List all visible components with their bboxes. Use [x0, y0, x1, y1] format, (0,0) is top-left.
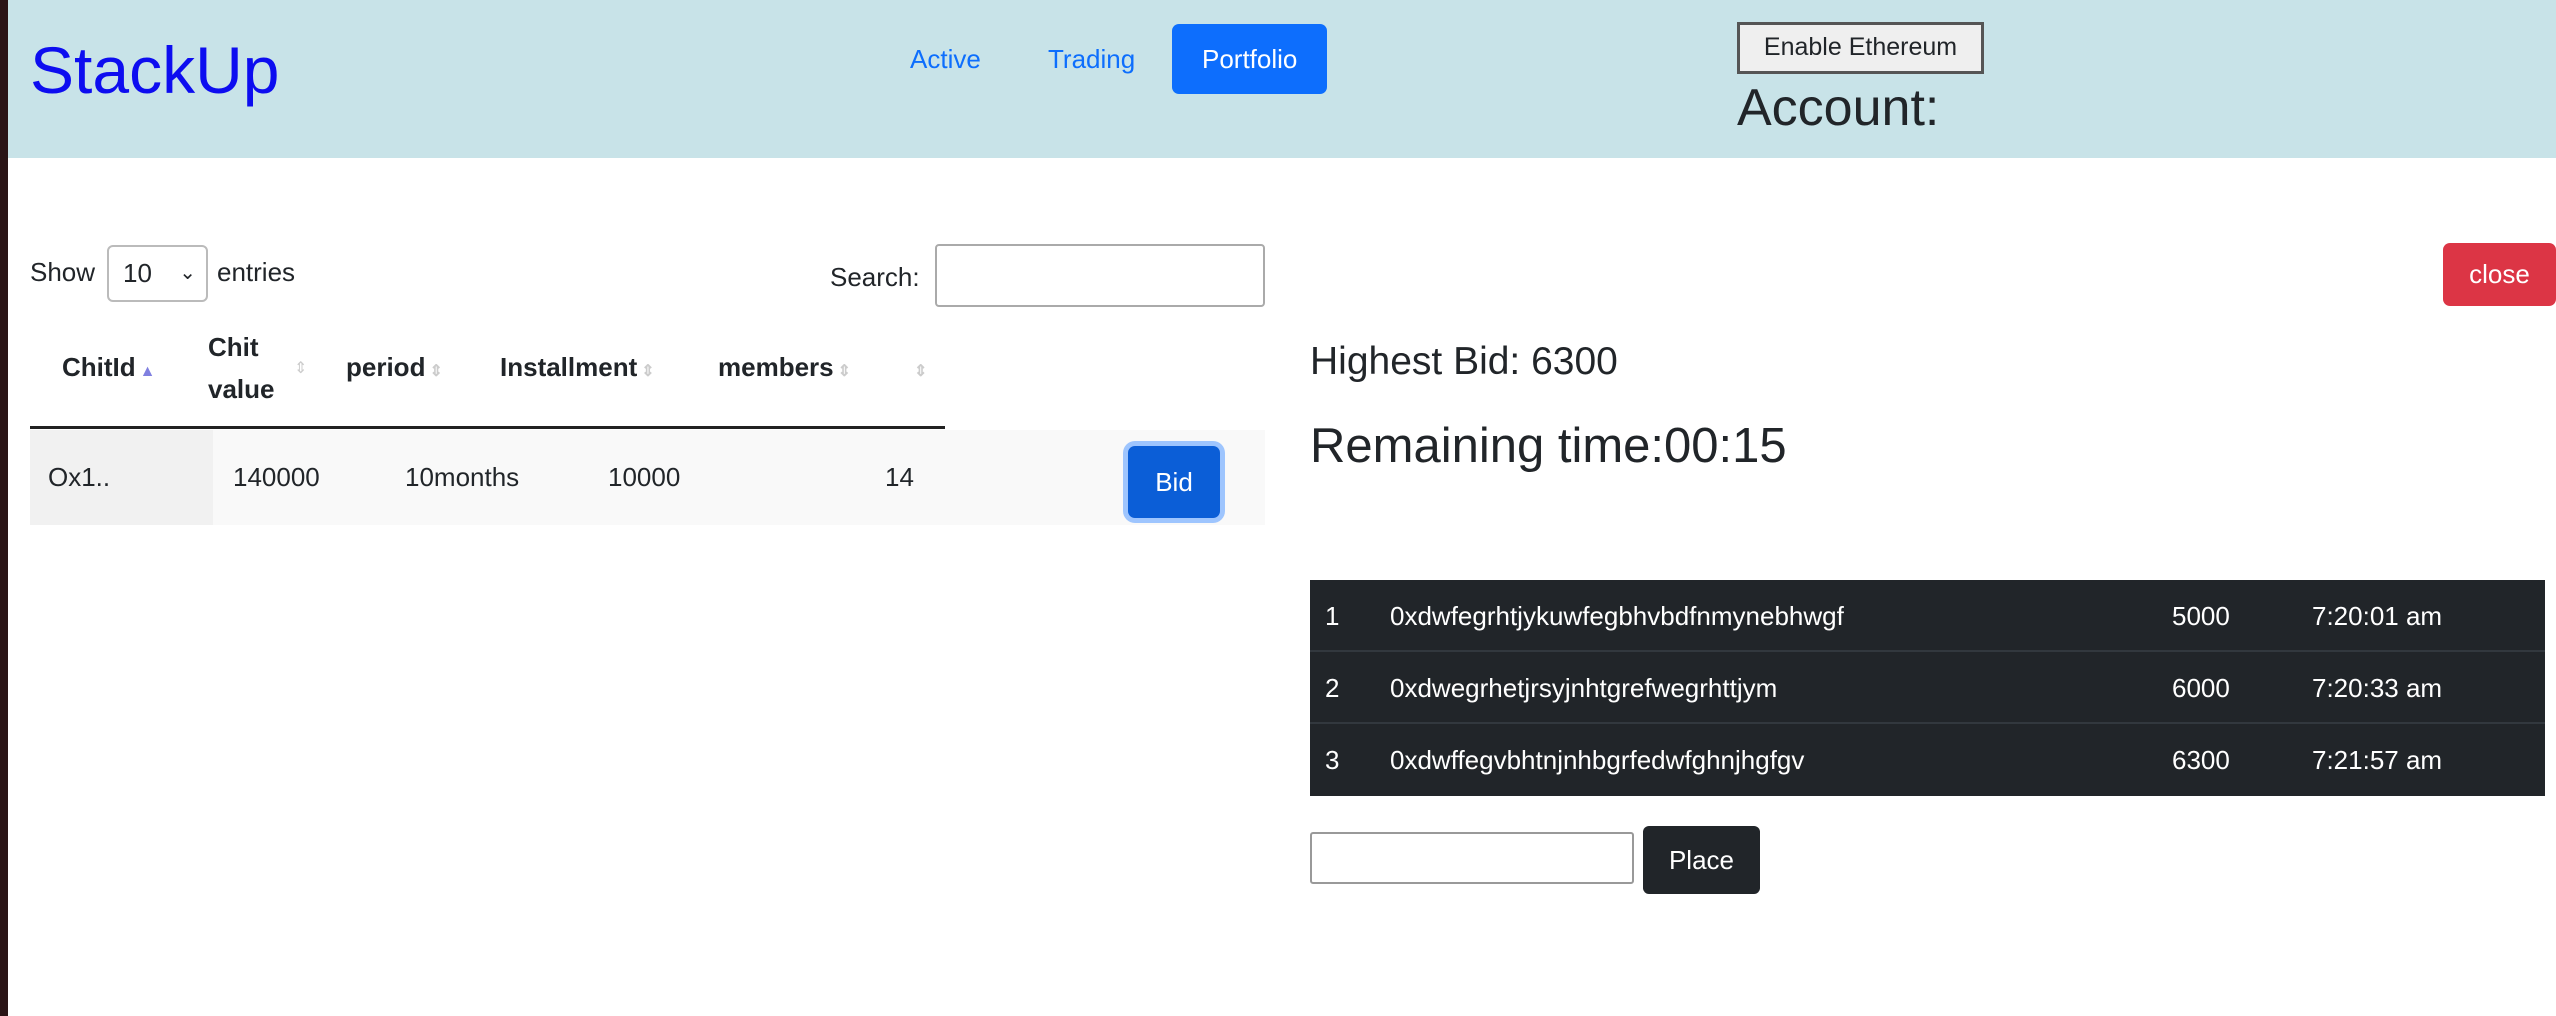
enable-ethereum-button[interactable]: Enable Ethereum	[1737, 22, 1984, 74]
sort-asc-icon: ▲	[139, 363, 156, 380]
show-label: Show	[30, 257, 96, 287]
column-header-chit-value[interactable]: Chit value	[208, 326, 308, 410]
nav-trading[interactable]: Trading	[1018, 24, 1165, 94]
column-header-chitid[interactable]: ChitId ▲	[62, 346, 156, 393]
bid-time: 7:20:33 am	[2312, 673, 2443, 703]
chevron-down-icon: ⌄	[179, 262, 196, 284]
column-header-members[interactable]: members ⇕	[718, 346, 851, 393]
bid-number: 1	[1325, 601, 1340, 631]
column-label: Chit value	[208, 332, 275, 404]
logo[interactable]: StackUp	[30, 32, 279, 108]
column-label: members	[718, 352, 834, 382]
bid-number: 3	[1325, 745, 1340, 775]
remaining-time: Remaining time:00:15	[1310, 419, 1787, 473]
column-label: Installment	[500, 352, 638, 382]
bid-row: 3 0xdwffegvbhtnjnhbgrfedwfghnjhgfgv 6300 7:…	[1310, 724, 2545, 796]
bid-address: 0xdwfegrhtjykuwfegbhvbdfnmynebhwgf	[1390, 601, 1844, 631]
column-label: period	[346, 352, 426, 382]
highest-bid: Highest Bid: 6300	[1310, 340, 1618, 383]
bid-address: 0xdwegrhetjrsyjnhtgrefwegrhttjym	[1390, 673, 1778, 703]
bid-amount: 5000	[2172, 601, 2230, 631]
bid-address: 0xdwffegvbhtnjnhbgrfedwfghnjhgfgv	[1390, 745, 1805, 775]
sort-icon: ⇕	[914, 363, 928, 380]
window-edge	[0, 0, 8, 1016]
bid-time: 7:20:01 am	[2312, 601, 2443, 631]
sort-icon: ⇕	[837, 363, 852, 380]
header-divider	[30, 426, 945, 429]
bid-number: 2	[1325, 673, 1340, 703]
bid-amount-input[interactable]	[1310, 832, 1634, 884]
search-input[interactable]	[935, 244, 1265, 307]
cell-installment: 10000	[608, 462, 681, 492]
cell-period: 10months	[405, 462, 520, 492]
search-label: Search:	[830, 262, 920, 292]
cell-chit-value: 140000	[233, 462, 320, 492]
sort-icon: ⇕	[294, 360, 308, 377]
nav-active[interactable]: Active	[880, 24, 1011, 94]
bid-button[interactable]: Bid	[1128, 446, 1220, 518]
column-header-installment[interactable]: Installment ⇕	[500, 346, 655, 393]
account-label: Account:	[1737, 79, 1940, 137]
bid-amount: 6000	[2172, 673, 2230, 703]
cell-members: 14	[885, 462, 914, 492]
entries-select[interactable]: 10 ⌄	[107, 245, 208, 302]
cell-chitid: Ox1..	[48, 462, 111, 492]
column-header-period[interactable]: period ⇕	[346, 346, 443, 393]
entries-value: 10	[123, 258, 152, 288]
bid-row: 1 0xdwfegrhtjykuwfegbhvbdfnmynebhwgf 5000 7…	[1310, 580, 2545, 652]
column-label: ChitId	[62, 352, 136, 382]
entries-label: entries	[217, 257, 296, 287]
sort-icon: ⇕	[641, 363, 655, 380]
column-header-action[interactable]: ⇕	[910, 346, 927, 393]
bid-time: 7:21:57 am	[2312, 745, 2443, 775]
nav-portfolio[interactable]: Portfolio	[1172, 24, 1328, 94]
close-button[interactable]: close	[2443, 243, 2556, 306]
place-button[interactable]: Place	[1643, 826, 1760, 894]
bids-table: 1 0xdwfegrhtjykuwfegbhvbdfnmynebhwgf 5000 7…	[1310, 580, 2545, 796]
bid-row: 2 0xdwegrhetjrsyjnhtgrefwegrhttjym 6000 7:2…	[1310, 652, 2545, 724]
bid-amount: 6300	[2172, 745, 2230, 775]
sort-icon: ⇕	[429, 363, 443, 380]
